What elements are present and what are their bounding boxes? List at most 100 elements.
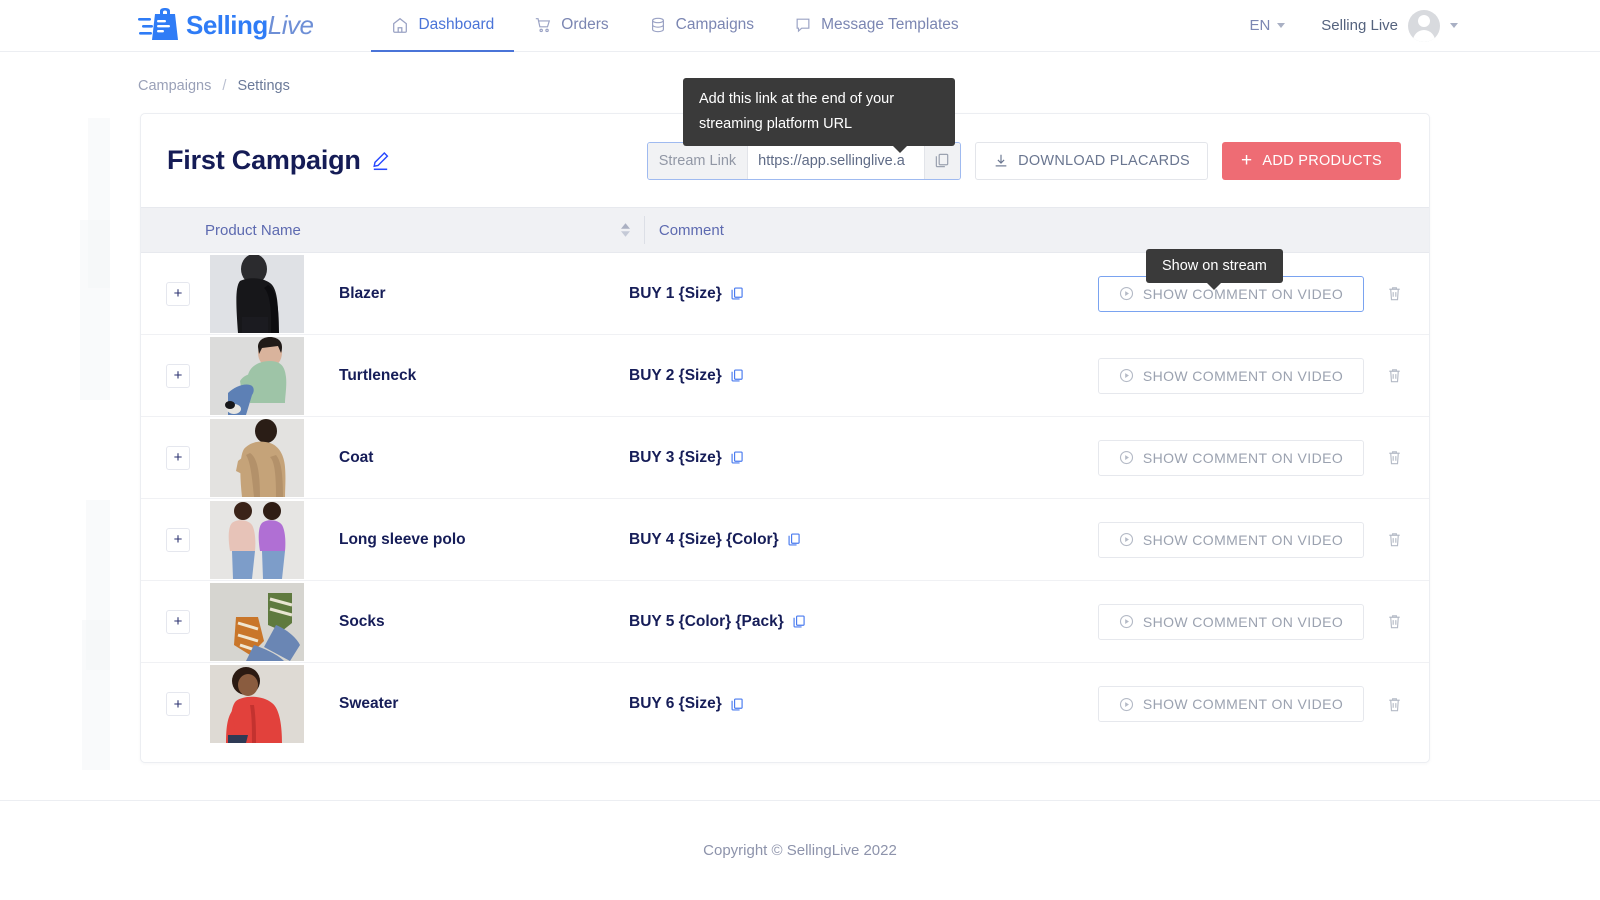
- table-row: + Turtleneck BUY 2 {Size} SHOW COMMENT O…: [141, 335, 1429, 417]
- row-actions: SHOW COMMENT ON VIDEO: [1098, 603, 1429, 640]
- comment-text: BUY 6 {Size}: [629, 695, 722, 712]
- download-placards-button[interactable]: DOWNLOAD PLACARDS: [975, 141, 1208, 180]
- expand-row-button[interactable]: +: [166, 692, 190, 716]
- copy-icon[interactable]: [730, 450, 745, 465]
- show-comment-on-video-button[interactable]: SHOW COMMENT ON VIDEO: [1098, 439, 1364, 476]
- sort-icon[interactable]: [620, 223, 630, 237]
- cart-icon: [536, 17, 551, 32]
- column-header-product-name[interactable]: Product Name: [205, 222, 301, 239]
- play-circle-icon: [1119, 532, 1133, 547]
- product-comment: BUY 4 {Size} {Color}: [629, 531, 929, 549]
- show-button-label: SHOW COMMENT ON VIDEO: [1142, 613, 1344, 630]
- avatar: [1408, 9, 1440, 42]
- play-circle-icon: [1119, 368, 1133, 383]
- product-thumbnail: [210, 254, 304, 333]
- play-circle-icon: [1119, 286, 1133, 301]
- nav-item-message-templates[interactable]: Message Templates: [774, 0, 979, 52]
- main-navigation: Dashboard Orders Campaigns Message Templ…: [371, 0, 978, 52]
- row-actions: SHOW COMMENT ON VIDEO: [1098, 439, 1429, 476]
- product-name: Socks: [339, 612, 385, 630]
- delete-product-button[interactable]: [1382, 692, 1407, 717]
- nav-item-campaigns[interactable]: Campaigns: [629, 0, 774, 52]
- product-name: Coat: [339, 448, 374, 466]
- delete-product-button[interactable]: [1382, 445, 1407, 470]
- campaign-title-text: First Campaign: [167, 145, 361, 175]
- show-button-label: SHOW COMMENT ON VIDEO: [1142, 367, 1344, 384]
- chevron-down-icon: [1450, 23, 1458, 28]
- row-actions: SHOW COMMENT ON VIDEO: [1098, 686, 1429, 722]
- copy-stream-link-button[interactable]: [924, 142, 961, 179]
- stream-link-label: Stream Link: [647, 142, 749, 179]
- show-comment-on-video-button[interactable]: SHOW COMMENT ON VIDEO: [1098, 603, 1364, 640]
- header-divider: [643, 216, 645, 244]
- header-right-cluster: EN Selling Live: [1249, 9, 1458, 42]
- product-comment: BUY 1 {Size}: [629, 285, 929, 303]
- product-comment: BUY 2 {Size}: [629, 367, 929, 385]
- row-actions: SHOW COMMENT ON VIDEO: [1098, 357, 1429, 394]
- comment-text: BUY 3 {Size}: [629, 448, 722, 466]
- brand-logo[interactable]: SellingLive: [138, 0, 314, 52]
- database-icon: [651, 17, 664, 32]
- show-comment-on-video-button[interactable]: SHOW COMMENT ON VIDEO: [1098, 521, 1364, 558]
- table-row: + Long sleeve polo BUY 4 {Size} {Color}: [141, 499, 1429, 581]
- comment-text: BUY 5 {Color} {Pack}: [629, 612, 784, 630]
- header-actions: Stream Link DOWNLOAD PLACARDS: [646, 141, 1401, 180]
- expand-row-button[interactable]: +: [166, 445, 190, 470]
- copyright-text: Copyright © SellingLive 2022: [703, 842, 897, 859]
- expand-row-button[interactable]: +: [166, 609, 190, 634]
- delete-product-button[interactable]: [1382, 281, 1407, 306]
- app-footer: Copyright © SellingLive 2022: [0, 800, 1600, 900]
- product-thumbnail: [210, 582, 304, 661]
- nav-item-dashboard[interactable]: Dashboard: [371, 0, 515, 52]
- delete-product-button[interactable]: [1382, 609, 1407, 634]
- copy-icon: [935, 153, 949, 168]
- product-comment: BUY 3 {Size}: [629, 449, 929, 467]
- user-menu[interactable]: Selling Live: [1321, 9, 1458, 42]
- breadcrumb-settings[interactable]: Settings: [237, 78, 289, 94]
- nav-item-orders[interactable]: Orders: [514, 0, 628, 52]
- show-comment-on-video-button[interactable]: SHOW COMMENT ON VIDEO: [1098, 357, 1364, 394]
- expand-row-button[interactable]: +: [166, 281, 190, 306]
- comment-text: BUY 1 {Size}: [629, 284, 722, 302]
- row-actions: SHOW COMMENT ON VIDEO: [1098, 521, 1429, 558]
- nav-label-message-templates: Message Templates: [821, 15, 959, 33]
- copy-icon[interactable]: [792, 614, 807, 629]
- copy-icon[interactable]: [787, 532, 802, 547]
- product-comment: BUY 5 {Color} {Pack}: [629, 613, 929, 631]
- expand-row-button[interactable]: +: [166, 363, 190, 388]
- chevron-down-icon: [1277, 23, 1286, 28]
- trash-icon: [1389, 287, 1400, 301]
- breadcrumb-campaigns[interactable]: Campaigns: [138, 78, 211, 94]
- trash-icon: [1389, 697, 1400, 711]
- copy-icon[interactable]: [730, 286, 745, 301]
- pencil-icon[interactable]: [370, 150, 391, 171]
- comment-text: BUY 4 {Size} {Color}: [629, 530, 779, 548]
- trash-icon: [1389, 369, 1400, 383]
- show-comment-on-video-button[interactable]: SHOW COMMENT ON VIDEO: [1098, 686, 1364, 722]
- delete-product-button[interactable]: [1382, 363, 1407, 388]
- app-header: SellingLive Dashboard Orders Campaigns M…: [0, 0, 1600, 52]
- language-selector[interactable]: EN: [1249, 17, 1286, 34]
- nav-label-dashboard: Dashboard: [418, 15, 495, 33]
- product-thumbnail: [210, 418, 304, 497]
- copy-icon[interactable]: [730, 368, 745, 383]
- product-comment: BUY 6 {Size}: [629, 695, 929, 713]
- table-row: + Coat BUY 3 {Size} SHOW COMMENT ON VIDE…: [141, 417, 1429, 499]
- shopping-bag-icon: [138, 7, 178, 40]
- copy-icon[interactable]: [730, 697, 745, 712]
- plus-icon: +: [1240, 150, 1253, 171]
- table-header: Product Name Comment: [141, 207, 1429, 253]
- language-value: EN: [1249, 17, 1271, 34]
- column-header-comment[interactable]: Comment: [659, 222, 724, 239]
- expand-row-button[interactable]: +: [166, 527, 190, 552]
- delete-product-button[interactable]: [1382, 527, 1407, 552]
- add-products-button[interactable]: + ADD PRODUCTS: [1221, 141, 1401, 180]
- trash-icon: [1389, 451, 1400, 465]
- show-button-label: SHOW COMMENT ON VIDEO: [1142, 696, 1344, 712]
- campaign-card: First Campaign Stream Link https://app.s…: [140, 113, 1430, 763]
- trash-icon: [1389, 533, 1400, 547]
- comment-text: BUY 2 {Size}: [629, 366, 722, 384]
- chat-icon: [796, 18, 810, 32]
- page-body: Campaigns / Settings First Campaign Stre…: [0, 78, 1600, 763]
- nav-label-orders: Orders: [561, 15, 609, 33]
